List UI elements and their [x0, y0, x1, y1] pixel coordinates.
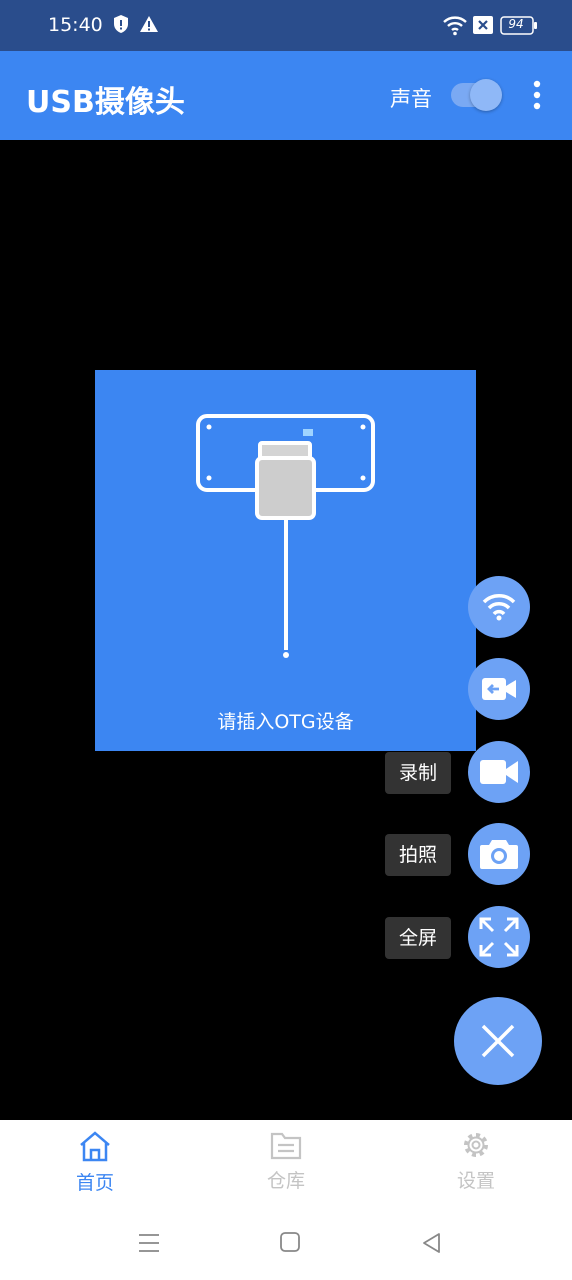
- close-icon: [481, 1024, 515, 1058]
- video-camera-icon: [480, 760, 518, 784]
- photo-label: 拍照: [385, 834, 452, 876]
- page-title: USB摄像头: [26, 85, 185, 120]
- camera-icon: [480, 840, 518, 869]
- back-icon[interactable]: [421, 1232, 441, 1254]
- system-nav-bar: [0, 1208, 572, 1280]
- otg-prompt-text: 请插入OTG设备: [217, 711, 354, 733]
- nav-label-settings: 设置: [456, 1170, 495, 1192]
- no-sim-icon: [473, 16, 493, 34]
- shield-icon: [114, 15, 128, 33]
- usb-device-illustration: [196, 414, 375, 658]
- nav-label-home: 首页: [75, 1172, 114, 1194]
- wifi-button[interactable]: [468, 576, 530, 638]
- gear-icon: [464, 1133, 488, 1157]
- home-square-icon[interactable]: [280, 1232, 300, 1252]
- nav-item-storage[interactable]: 仓库: [226, 1130, 346, 1193]
- otg-prompt-panel: 请插入OTG设备: [95, 370, 476, 751]
- nav-label-storage: 仓库: [266, 1170, 305, 1192]
- more-menu-icon[interactable]: [526, 79, 548, 111]
- fullscreen-icon: [479, 917, 519, 957]
- switch-camera-button[interactable]: [468, 658, 530, 720]
- status-bar: 15:40 94: [0, 0, 572, 51]
- warning-icon: [140, 16, 158, 32]
- nav-item-settings[interactable]: 设置: [416, 1130, 536, 1193]
- bottom-nav: 首页 仓库 设置: [0, 1120, 572, 1208]
- switch-camera-icon: [482, 678, 516, 700]
- app-bar: USB摄像头 声音: [0, 51, 572, 140]
- photo-button[interactable]: [468, 823, 530, 885]
- battery-level: 94: [508, 17, 524, 31]
- record-label: 录制: [385, 752, 452, 794]
- fullscreen-label: 全屏: [385, 917, 452, 959]
- close-menu-button[interactable]: [454, 997, 542, 1085]
- home-icon: [80, 1131, 110, 1162]
- menu-icon[interactable]: [138, 1232, 160, 1254]
- status-time: 15:40: [48, 14, 103, 36]
- sound-toggle-knob[interactable]: [470, 79, 502, 111]
- wifi-icon: [443, 16, 467, 36]
- record-button[interactable]: [468, 741, 530, 803]
- wifi-icon: [482, 594, 516, 621]
- sound-label: 声音: [390, 87, 432, 111]
- folder-icon: [270, 1132, 302, 1160]
- fullscreen-button[interactable]: [468, 906, 530, 968]
- nav-item-home[interactable]: 首页: [35, 1130, 155, 1195]
